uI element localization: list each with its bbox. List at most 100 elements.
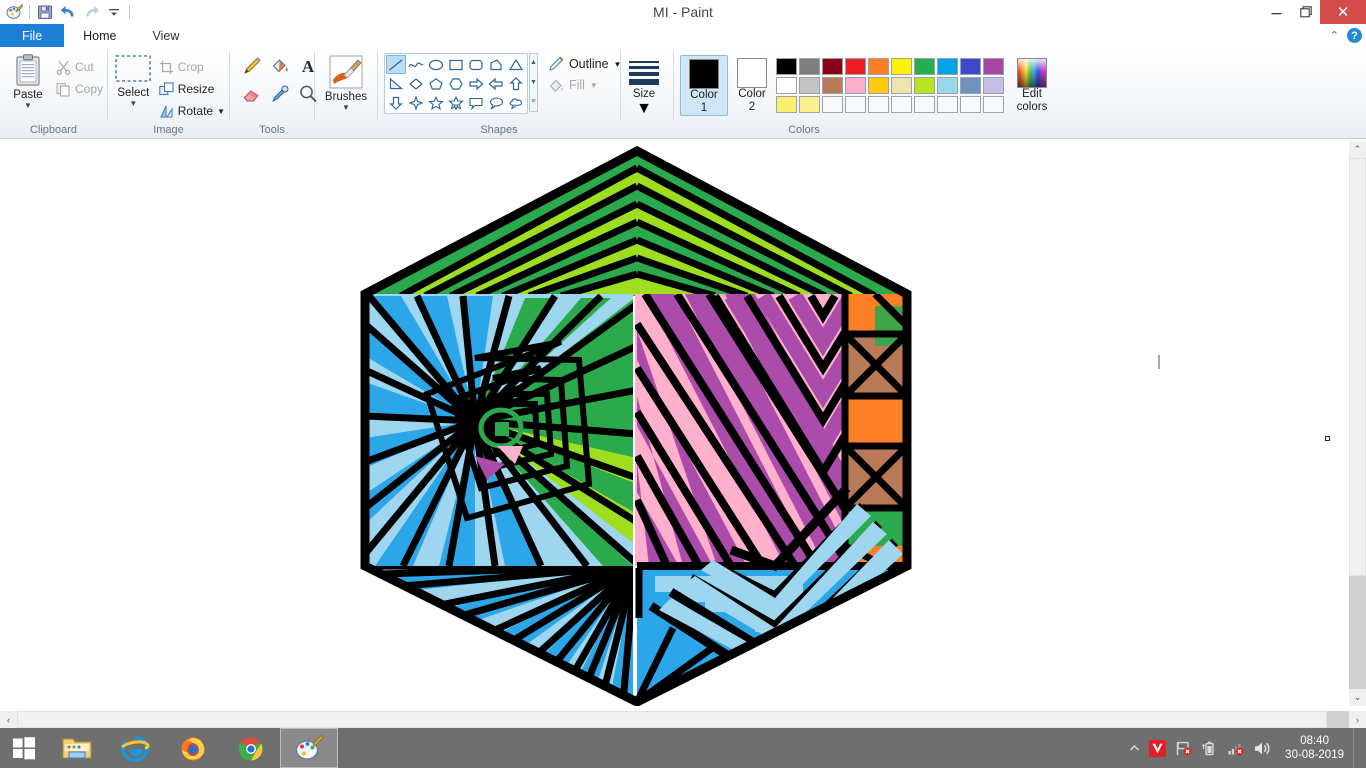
shapes-scroll-buttons[interactable]: ▲ ▼ ≡ <box>529 53 538 112</box>
tab-home[interactable]: Home <box>64 24 135 47</box>
palette-swatch-r1-c4[interactable] <box>845 58 866 75</box>
paint-taskbar-icon[interactable] <box>280 728 338 768</box>
palette-swatch-r1-c8[interactable] <box>937 58 958 75</box>
palette-swatch-r1-c1[interactable] <box>776 58 797 75</box>
minimize-button[interactable] <box>1262 0 1291 24</box>
color-palette[interactable] <box>776 55 1006 115</box>
fill-caret-icon[interactable]: ▼ <box>590 81 598 90</box>
palette-swatch-r3-c10[interactable] <box>983 96 1004 113</box>
firefox-taskbar-icon[interactable] <box>164 728 222 768</box>
scroll-down-icon[interactable]: ⌄ <box>1349 689 1366 706</box>
size-caret-icon[interactable]: ▼ <box>636 100 652 118</box>
palette-swatch-r1-c5[interactable] <box>868 58 889 75</box>
rotate-button[interactable]: Rotate ▼ <box>155 100 229 122</box>
shape-diamond[interactable] <box>406 74 426 93</box>
scroll-up-icon[interactable]: ⌃ <box>1349 141 1366 158</box>
rotate-caret-icon[interactable]: ▼ <box>217 107 225 116</box>
shape-four-point-star[interactable] <box>406 93 426 112</box>
palette-swatch-r3-c9[interactable] <box>960 96 981 113</box>
shape-left-arrow[interactable] <box>486 74 506 93</box>
brushes-caret-icon[interactable]: ▼ <box>342 104 350 112</box>
palette-swatch-r2-c9[interactable] <box>960 77 981 94</box>
horizontal-scroll-thumb[interactable] <box>17 711 1327 728</box>
color-picker-tool-icon[interactable] <box>266 80 294 108</box>
shape-rectangle[interactable] <box>446 55 466 74</box>
show-desktop-button[interactable] <box>1353 728 1360 768</box>
select-button[interactable]: Select ▼ <box>112 52 155 108</box>
tab-view[interactable]: View <box>134 24 198 47</box>
resize-button[interactable]: Resize <box>155 78 229 100</box>
battery-icon[interactable] <box>1201 740 1218 757</box>
palette-swatch-r3-c1[interactable] <box>776 96 797 113</box>
palette-swatch-r3-c6[interactable] <box>891 96 912 113</box>
palette-swatch-r2-c2[interactable] <box>799 77 820 94</box>
color-1-button[interactable]: Color 1 <box>680 55 728 116</box>
palette-swatch-r3-c7[interactable] <box>914 96 935 113</box>
palette-swatch-r1-c2[interactable] <box>799 58 820 75</box>
volume-icon[interactable] <box>1253 740 1272 757</box>
palette-swatch-r3-c8[interactable] <box>937 96 958 113</box>
start-button[interactable] <box>0 728 48 768</box>
shapes-scroll-down-icon[interactable]: ▼ <box>530 74 537 92</box>
paste-button[interactable]: Paste ▼ <box>4 52 52 110</box>
vertical-scrollbar[interactable]: ⌃ ⌄ <box>1349 141 1366 706</box>
palette-swatch-r2-c6[interactable] <box>891 77 912 94</box>
drawing-canvas[interactable] <box>0 141 1332 706</box>
tab-file[interactable]: File <box>0 24 65 47</box>
close-button[interactable]: ✕ <box>1320 0 1366 24</box>
horizontal-scrollbar[interactable]: ‹ › <box>0 711 1366 728</box>
size-button[interactable]: Size ▼ <box>621 57 667 118</box>
shape-cloud-callout[interactable] <box>506 93 526 112</box>
shape-six-point-star[interactable] <box>446 93 466 112</box>
shape-triangle[interactable] <box>506 55 526 74</box>
shapes-scroll-up-icon[interactable]: ▲ <box>530 54 537 72</box>
crop-button[interactable]: Crop <box>155 56 229 78</box>
palette-swatch-r3-c3[interactable] <box>822 96 843 113</box>
pencil-tool-icon[interactable] <box>238 52 266 80</box>
collapse-ribbon-icon[interactable]: ⌃ <box>1330 29 1339 42</box>
avira-antivirus-icon[interactable] <box>1149 739 1167 757</box>
palette-swatch-r2-c7[interactable] <box>914 77 935 94</box>
outline-button[interactable]: Outline ▼ <box>548 56 621 72</box>
shape-rounded-rectangle[interactable] <box>466 55 486 74</box>
fill-button[interactable]: Fill ▼ <box>548 77 622 93</box>
palette-swatch-r2-c10[interactable] <box>983 77 1004 94</box>
vertical-scroll-track[interactable] <box>1349 158 1366 689</box>
palette-swatch-r2-c3[interactable] <box>822 77 843 94</box>
shape-down-arrow[interactable] <box>386 93 406 112</box>
palette-swatch-r1-c6[interactable] <box>891 58 912 75</box>
shape-hexagon[interactable] <box>446 74 466 93</box>
show-hidden-icons-icon[interactable] <box>1129 743 1140 754</box>
shape-curve[interactable] <box>406 55 426 74</box>
vertical-scroll-thumb[interactable] <box>1349 158 1366 576</box>
palette-swatch-r3-c2[interactable] <box>799 96 820 113</box>
horizontal-scroll-track[interactable] <box>17 711 1349 728</box>
palette-swatch-r1-c7[interactable] <box>914 58 935 75</box>
shape-oval-callout[interactable] <box>486 93 506 112</box>
shape-oval[interactable] <box>426 55 446 74</box>
shape-up-arrow[interactable] <box>506 74 526 93</box>
undo-icon[interactable] <box>57 1 79 23</box>
copy-button[interactable]: Copy <box>52 78 107 100</box>
customize-qat-icon[interactable] <box>103 1 125 23</box>
network-icon[interactable] <box>1227 740 1244 757</box>
palette-swatch-r1-c9[interactable] <box>960 58 981 75</box>
scroll-left-icon[interactable]: ‹ <box>0 711 17 728</box>
shape-five-point-star[interactable] <box>426 93 446 112</box>
fill-with-color-tool-icon[interactable] <box>266 52 294 80</box>
cut-button[interactable]: Cut <box>52 56 107 78</box>
palette-swatch-r3-c5[interactable] <box>868 96 889 113</box>
shape-rounded-callout[interactable] <box>466 93 486 112</box>
select-caret-icon[interactable]: ▼ <box>129 100 137 108</box>
brushes-button[interactable]: Brushes ▼ <box>315 52 377 112</box>
palette-swatch-r2-c8[interactable] <box>937 77 958 94</box>
save-icon[interactable] <box>34 1 56 23</box>
chrome-taskbar-icon[interactable] <box>222 728 280 768</box>
palette-swatch-r3-c4[interactable] <box>845 96 866 113</box>
scroll-right-icon[interactable]: › <box>1349 711 1366 728</box>
help-icon[interactable]: ? <box>1347 28 1362 43</box>
shapes-gallery[interactable] <box>384 53 528 114</box>
maximize-restore-button[interactable] <box>1291 0 1320 24</box>
paste-caret-icon[interactable]: ▼ <box>24 102 32 110</box>
canvas-resize-handle-right[interactable] <box>1325 436 1330 441</box>
